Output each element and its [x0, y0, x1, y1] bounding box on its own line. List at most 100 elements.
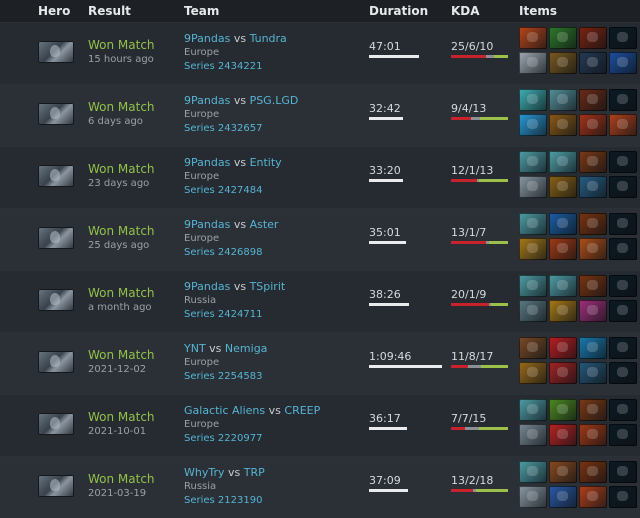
team1-link[interactable]: 9Pandas — [184, 32, 230, 45]
team1-link[interactable]: WhyTry — [184, 466, 225, 479]
item-icon[interactable] — [549, 275, 577, 297]
hero-portrait[interactable] — [38, 41, 74, 63]
item-icon[interactable] — [579, 27, 607, 49]
item-icon[interactable] — [519, 337, 547, 359]
item-icon[interactable] — [609, 238, 637, 260]
item-icon[interactable] — [519, 275, 547, 297]
series-link[interactable]: Series 2434221 — [184, 60, 287, 74]
team1-link[interactable]: 9Pandas — [184, 156, 230, 169]
series-link[interactable]: Series 2426898 — [184, 246, 278, 260]
series-link[interactable]: Series 2427484 — [184, 184, 282, 198]
item-icon[interactable] — [519, 213, 547, 235]
item-icon[interactable] — [609, 213, 637, 235]
hero-portrait[interactable] — [38, 103, 74, 125]
item-icon[interactable] — [579, 337, 607, 359]
hero-portrait[interactable] — [38, 413, 74, 435]
item-icon[interactable] — [549, 337, 577, 359]
item-icon[interactable] — [579, 238, 607, 260]
item-icon[interactable] — [579, 213, 607, 235]
item-icon[interactable] — [609, 461, 637, 483]
item-icon[interactable] — [549, 213, 577, 235]
item-icon[interactable] — [519, 114, 547, 136]
item-icon[interactable] — [549, 486, 577, 508]
team2-link[interactable]: TRP — [244, 466, 265, 479]
team2-link[interactable]: Aster — [250, 218, 279, 231]
table-row[interactable]: Won Match 2021-10-01 Galactic Aliens vs … — [0, 394, 640, 456]
hero-portrait[interactable] — [38, 475, 74, 497]
series-link[interactable]: Series 2220977 — [184, 432, 320, 446]
series-link[interactable]: Series 2432657 — [184, 122, 298, 136]
item-icon[interactable] — [609, 27, 637, 49]
item-icon[interactable] — [609, 399, 637, 421]
table-row[interactable]: Won Match a month ago 9Pandas vs TSpirit… — [0, 270, 640, 332]
table-row[interactable]: Won Match 6 days ago 9Pandas vs PSG.LGD … — [0, 84, 640, 146]
item-icon[interactable] — [579, 300, 607, 322]
table-row[interactable]: Won Match 15 hours ago 9Pandas vs Tundra… — [0, 22, 640, 84]
series-link[interactable]: Series 2424711 — [184, 308, 285, 322]
hero-portrait[interactable] — [38, 289, 74, 311]
item-icon[interactable] — [579, 176, 607, 198]
item-icon[interactable] — [519, 238, 547, 260]
item-icon[interactable] — [609, 486, 637, 508]
item-icon[interactable] — [519, 151, 547, 173]
item-icon[interactable] — [609, 52, 637, 74]
item-icon[interactable] — [549, 151, 577, 173]
item-icon[interactable] — [549, 399, 577, 421]
team1-link[interactable]: 9Pandas — [184, 280, 230, 293]
item-icon[interactable] — [519, 424, 547, 446]
team2-link[interactable]: Tundra — [250, 32, 287, 45]
team1-link[interactable]: 9Pandas — [184, 218, 230, 231]
team2-link[interactable]: TSpirit — [250, 280, 286, 293]
team1-link[interactable]: Galactic Aliens — [184, 404, 265, 417]
item-icon[interactable] — [579, 461, 607, 483]
item-icon[interactable] — [519, 461, 547, 483]
item-icon[interactable] — [609, 300, 637, 322]
team2-link[interactable]: PSG.LGD — [250, 94, 299, 107]
item-icon[interactable] — [609, 89, 637, 111]
team2-link[interactable]: CREEP — [284, 404, 320, 417]
item-icon[interactable] — [519, 176, 547, 198]
hero-portrait[interactable] — [38, 165, 74, 187]
item-icon[interactable] — [549, 424, 577, 446]
table-row[interactable]: Won Match 25 days ago 9Pandas vs Aster E… — [0, 208, 640, 270]
item-icon[interactable] — [519, 300, 547, 322]
item-icon[interactable] — [609, 337, 637, 359]
team2-link[interactable]: Entity — [250, 156, 282, 169]
item-icon[interactable] — [609, 151, 637, 173]
item-icon[interactable] — [579, 114, 607, 136]
item-icon[interactable] — [519, 27, 547, 49]
item-icon[interactable] — [579, 52, 607, 74]
series-link[interactable]: Series 2254583 — [184, 370, 267, 384]
team2-link[interactable]: Nemiga — [225, 342, 268, 355]
table-row[interactable]: Won Match 2021-12-02 YNT vs Nemiga Europ… — [0, 332, 640, 394]
item-icon[interactable] — [549, 238, 577, 260]
hero-portrait[interactable] — [38, 351, 74, 373]
series-link[interactable]: Series 2123190 — [184, 494, 265, 508]
hero-portrait[interactable] — [38, 227, 74, 249]
item-icon[interactable] — [549, 362, 577, 384]
item-icon[interactable] — [549, 114, 577, 136]
item-icon[interactable] — [519, 52, 547, 74]
item-icon[interactable] — [609, 424, 637, 446]
item-icon[interactable] — [579, 275, 607, 297]
item-icon[interactable] — [549, 89, 577, 111]
table-row[interactable]: Won Match 23 days ago 9Pandas vs Entity … — [0, 146, 640, 208]
item-icon[interactable] — [579, 151, 607, 173]
item-icon[interactable] — [549, 300, 577, 322]
item-icon[interactable] — [609, 275, 637, 297]
item-icon[interactable] — [579, 399, 607, 421]
item-icon[interactable] — [549, 52, 577, 74]
item-icon[interactable] — [549, 461, 577, 483]
item-icon[interactable] — [519, 399, 547, 421]
table-row[interactable]: Won Match 2021-03-19 WhyTry vs TRP Russi… — [0, 456, 640, 518]
team1-link[interactable]: 9Pandas — [184, 94, 230, 107]
team1-link[interactable]: YNT — [184, 342, 206, 355]
item-icon[interactable] — [519, 486, 547, 508]
item-icon[interactable] — [579, 486, 607, 508]
item-icon[interactable] — [549, 27, 577, 49]
item-icon[interactable] — [609, 362, 637, 384]
item-icon[interactable] — [519, 362, 547, 384]
item-icon[interactable] — [609, 114, 637, 136]
item-icon[interactable] — [519, 89, 547, 111]
item-icon[interactable] — [609, 176, 637, 198]
